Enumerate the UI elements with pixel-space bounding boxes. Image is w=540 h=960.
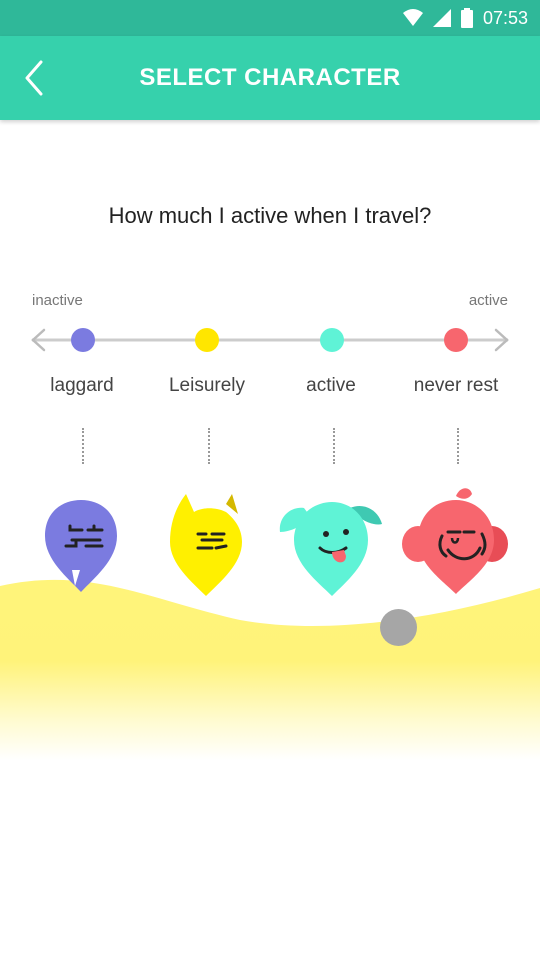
connector-active — [333, 428, 335, 464]
level-dot-active[interactable] — [320, 328, 344, 352]
level-label-laggard[interactable]: laggard — [12, 375, 152, 397]
status-time: 07:53 — [482, 7, 528, 28]
level-dot-leisurely[interactable] — [195, 328, 219, 352]
activity-slider[interactable] — [0, 320, 540, 360]
connector-never-rest — [457, 428, 459, 464]
status-bar: 07:53 — [0, 0, 540, 36]
signal-icon — [432, 9, 451, 27]
character-never-rest[interactable] — [400, 486, 510, 598]
character-active[interactable] — [278, 498, 384, 598]
app-bar: SELECT CHARACTER — [0, 36, 540, 120]
scale-end-label: active — [468, 292, 508, 309]
level-label-active[interactable]: active — [261, 375, 401, 397]
question-text: How much I active when I travel? — [108, 203, 432, 228]
level-label-never-rest[interactable]: never rest — [386, 375, 526, 397]
connector-laggard — [82, 428, 84, 464]
level-dot-laggard[interactable] — [71, 328, 95, 352]
character-laggard[interactable] — [42, 498, 120, 596]
scale-start-label: inactive — [32, 292, 83, 309]
level-dot-never-rest[interactable] — [444, 328, 468, 352]
page-title: SELECT CHARACTER — [139, 64, 401, 91]
connector-leisurely — [208, 428, 210, 464]
level-label-leisurely[interactable]: Leisurely — [137, 375, 277, 397]
selection-ball[interactable] — [380, 609, 417, 646]
character-leisurely[interactable] — [166, 490, 246, 600]
wifi-icon — [402, 9, 423, 26]
battery-icon — [460, 8, 473, 28]
